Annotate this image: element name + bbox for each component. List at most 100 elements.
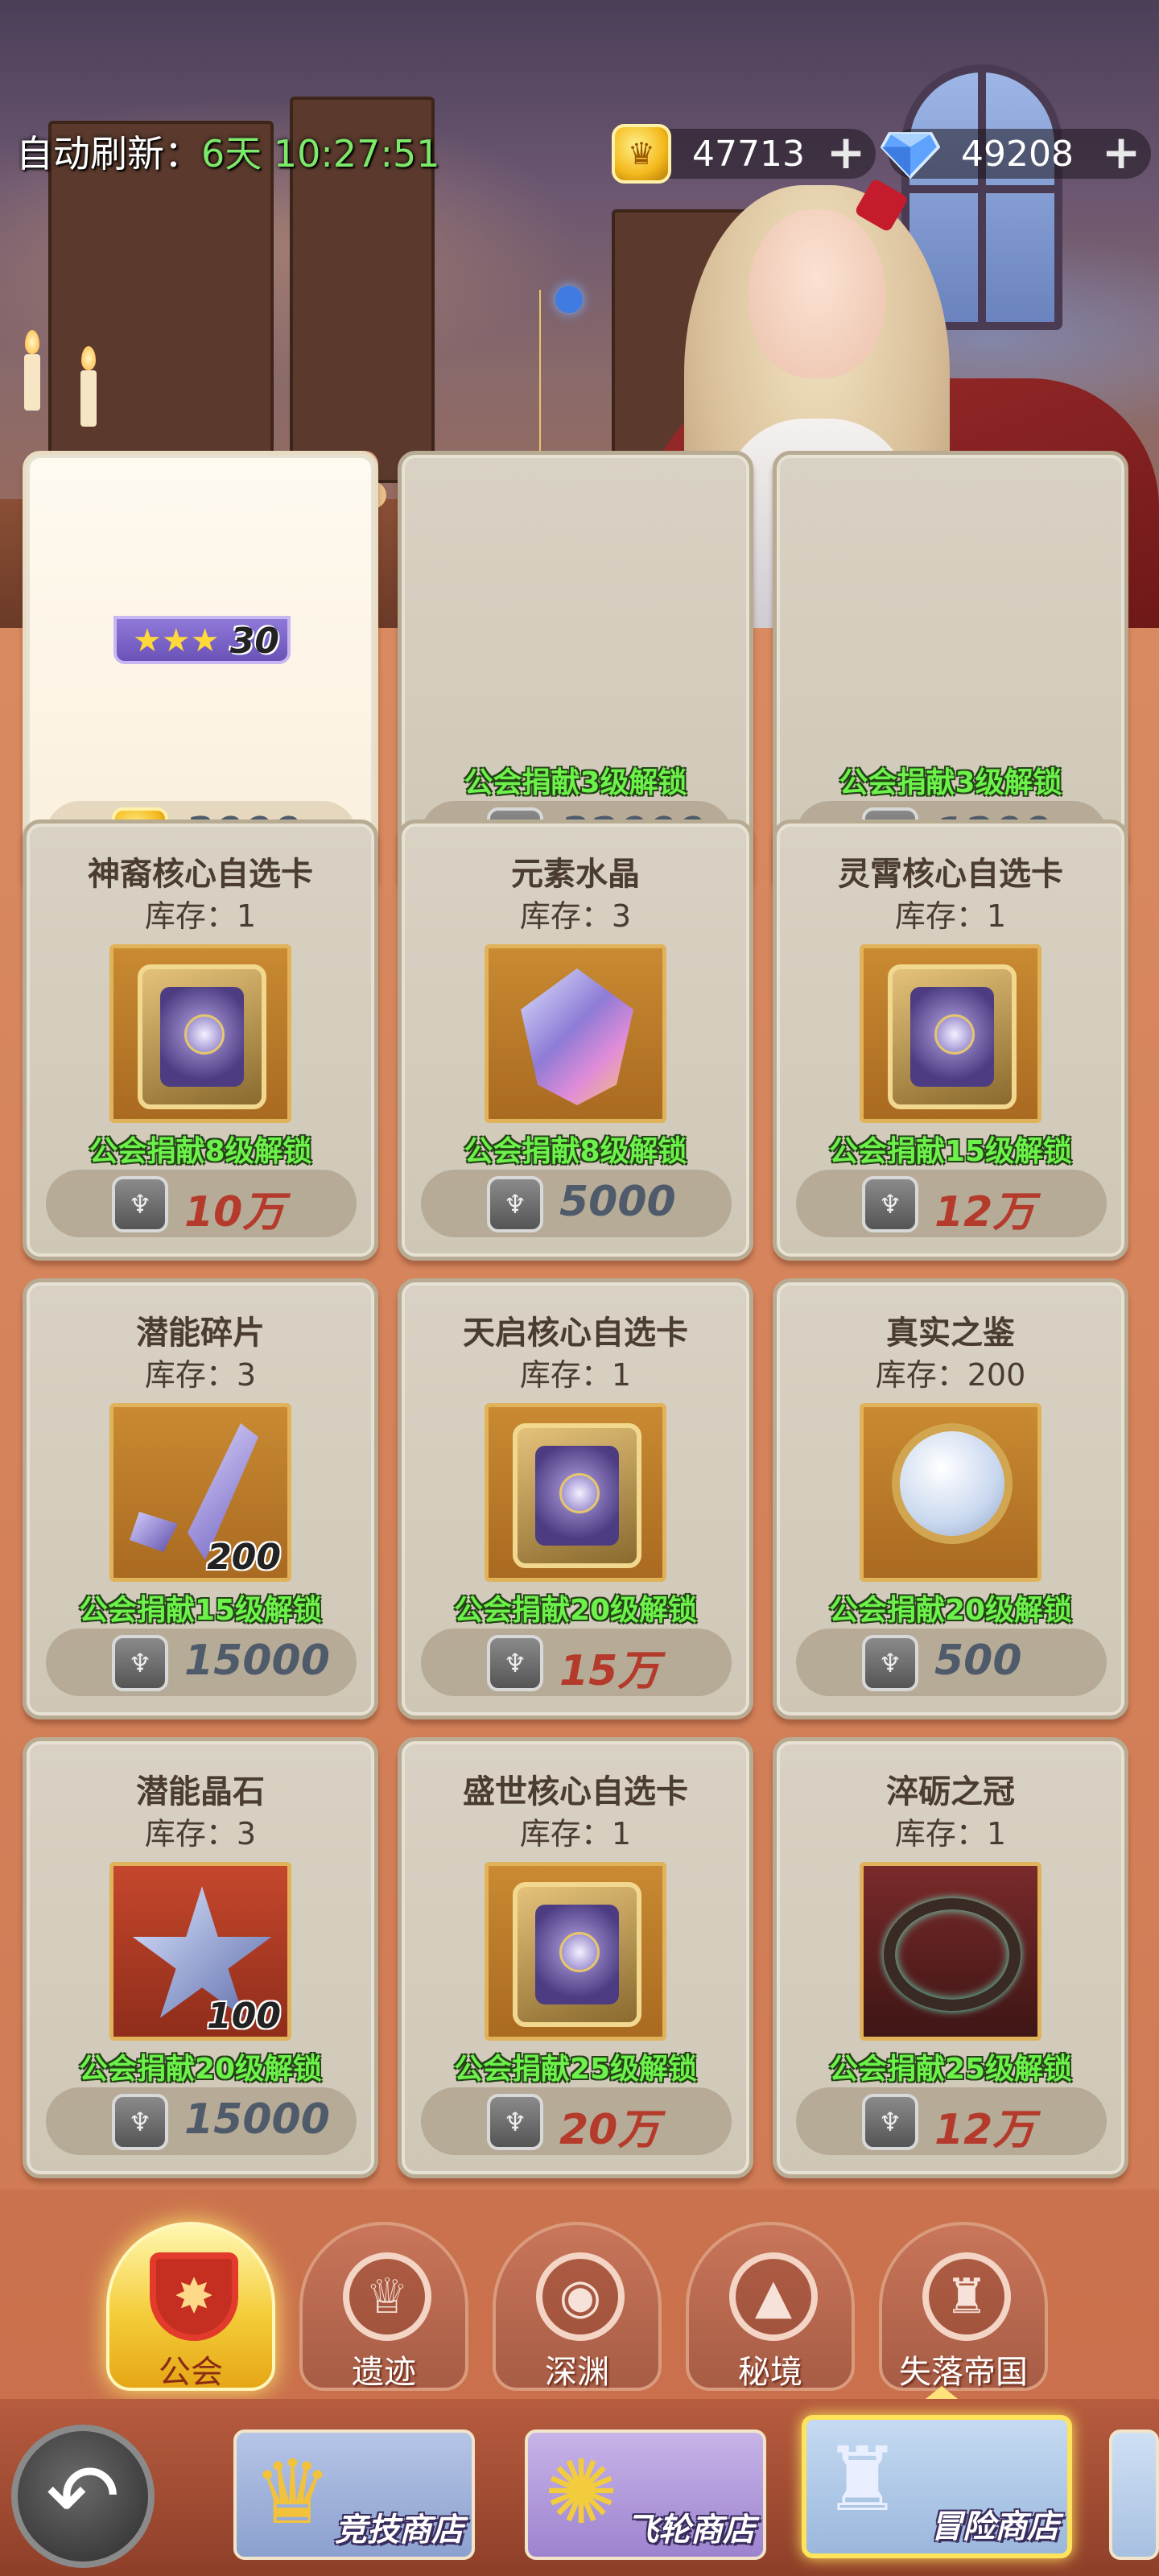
price-tag: ♆ 15000 [46, 1629, 357, 1696]
core-selection-card-icon [485, 1862, 666, 2041]
gold-currency: ♛ 47713 + [612, 124, 876, 184]
price-tag: ♆ 500 [796, 1629, 1107, 1696]
price-tag: ♆ 20万 [421, 2087, 732, 2155]
item-quantity: 200 [207, 1537, 281, 1578]
abyss-icon: ◉ [536, 2252, 625, 2341]
secret-realm-icon: ▲ [729, 2252, 818, 2341]
blue-gem-icon [555, 286, 583, 313]
hero-card-frame: ★★★ 30 [113, 616, 291, 664]
price-tag: ♆ 12万 [796, 1170, 1107, 1237]
tab-label: 秘境 [738, 2354, 802, 2391]
candle-flame [25, 330, 39, 354]
store-tile-flywheel[interactable]: ✺ 飞轮商店 [525, 2429, 766, 2560]
potential-shard-icon: 200 [109, 1403, 291, 1582]
price-tag: ♆ 15000 [46, 2087, 357, 2155]
shop-item-card[interactable]: 元素水晶 库存：3 公会捐献8级解锁 ♆ 5000 [398, 819, 753, 1261]
store-tile-adventure[interactable]: ♜ 冒险商店 [802, 2415, 1072, 2558]
shop-item-card[interactable]: 盛世核心自选卡 库存：1 公会捐献25级解锁 ♆ 20万 [398, 1737, 753, 2178]
add-gold-button[interactable]: + [824, 129, 868, 175]
guild-coin-icon: ♆ [112, 1176, 168, 1232]
store-label: 竞技商店 [335, 2512, 464, 2549]
guild-coin-icon: ♆ [862, 2094, 918, 2150]
auto-refresh-timer: 自动刷新：6天 10:27:51 [16, 125, 439, 178]
item-name: 神裔核心自选卡 [88, 856, 313, 893]
store-label: 冒险商店 [930, 2508, 1059, 2545]
lost-empire-icon: ♜ [922, 2252, 1011, 2341]
flywheel-icon: ✺ [544, 2441, 619, 2544]
guild-coin-icon: ♆ [487, 2094, 543, 2150]
star-count: 30 [229, 621, 279, 662]
price-amount: 500 [934, 1637, 1022, 1685]
thorn-crown-icon [860, 1862, 1041, 2041]
guild-coin-icon: ♆ [862, 1635, 918, 1691]
gold-coin-icon: ♛ [612, 124, 671, 184]
item-name: 元素水晶 [511, 856, 640, 893]
element-crystal-icon [485, 944, 666, 1123]
unlock-requirement: 公会捐献25级解锁 [453, 2053, 698, 2086]
unlock-requirement: 公会捐献8级解锁 [464, 1135, 687, 1168]
price-amount: 15000 [184, 1637, 330, 1685]
tab-label: 深渊 [545, 2354, 609, 2391]
relic-icon: ♕ [343, 2252, 431, 2341]
star-rating: ★★★ [133, 622, 220, 659]
tab-abyss[interactable]: ◉ 深渊 [493, 2222, 662, 2391]
guild-banner-icon: ✸ [150, 2252, 238, 2341]
back-button[interactable]: ↶ [11, 2425, 155, 2568]
price-tag: ♆ 5000 [421, 1170, 732, 1237]
diamond-icon [881, 124, 940, 184]
shop-item-card[interactable]: 潜能晶石 库存：3 100 公会捐献20级解锁 ♆ 15000 [23, 1737, 378, 2178]
guild-coin-icon: ♆ [112, 2094, 168, 2150]
shop-item-card[interactable]: 淬砺之冠 库存：1 公会捐献25级解锁 ♆ 12万 [773, 1737, 1128, 2178]
store-tile-arena[interactable]: ♛ 竞技商店 [233, 2429, 475, 2560]
unlock-requirement: 公会捐献8级解锁 [89, 1135, 312, 1168]
item-stock: 库存：3 [144, 1357, 257, 1393]
shop-item-card[interactable]: 潜能碎片 库存：3 200 公会捐献15级解锁 ♆ 15000 [23, 1278, 378, 1719]
diamond-amount: 49208 [961, 134, 1074, 175]
shop-item-card[interactable]: 神裔核心自选卡 库存：1 公会捐献8级解锁 ♆ 10万 [23, 819, 378, 1261]
diamond-currency: 49208 + [881, 129, 1151, 180]
item-name: 潜能碎片 [136, 1315, 265, 1352]
item-quantity: 100 [207, 1996, 281, 2037]
unlock-requirement: 公会捐献3级解锁 [839, 766, 1062, 799]
unlock-requirement: 公会捐献15级解锁 [78, 1594, 323, 1627]
price-amount: 15000 [184, 2095, 330, 2144]
shop-item-card[interactable]: 天启核心自选卡 库存：1 公会捐献20级解锁 ♆ 15万 [398, 1278, 753, 1719]
item-name: 天启核心自选卡 [463, 1315, 688, 1352]
unlock-requirement: 公会捐献20级解锁 [78, 2053, 323, 2086]
core-selection-card-icon [485, 1403, 666, 1582]
candle [80, 370, 97, 427]
guild-coin-icon: ♆ [112, 1635, 168, 1691]
tab-label: 遗迹 [352, 2354, 416, 2391]
tab-secret-realm[interactable]: ▲ 秘境 [686, 2222, 855, 2391]
price-amount: 10万 [184, 1188, 285, 1236]
unlock-requirement: 公会捐献15级解锁 [828, 1135, 1073, 1168]
item-stock: 库存：1 [519, 1357, 632, 1393]
price-amount: 12万 [934, 1188, 1035, 1236]
item-name: 盛世核心自选卡 [463, 1773, 688, 1810]
price-tag: ♆ 12万 [796, 2087, 1107, 2155]
guild-coin-icon: ♆ [487, 1176, 543, 1232]
unlock-requirement: 公会捐献20级解锁 [453, 1594, 698, 1627]
shop-item-grid: ★★★ 30 ♛ 3000 公会捐献3级解锁 ♆ 32000 公会捐献3级解锁 … [0, 451, 1159, 2190]
core-selection-card-icon [860, 944, 1041, 1123]
tab-lost-empire[interactable]: ♜ 失落帝国 [879, 2222, 1048, 2391]
store-tile-next-partial[interactable] [1109, 2429, 1159, 2560]
core-selection-card-icon [109, 944, 291, 1123]
back-arrow-icon: ↶ [45, 2445, 121, 2548]
guild-coin-icon: ♆ [487, 1635, 543, 1691]
add-diamond-button[interactable]: + [1099, 129, 1143, 175]
potential-crystal-icon: 100 [109, 1862, 291, 2041]
shop-item-card[interactable]: 真实之鉴 库存：200 公会捐献20级解锁 ♆ 500 [773, 1278, 1128, 1719]
refresh-countdown: 6天 10:27:51 [201, 132, 440, 175]
item-name: 灵霄核心自选卡 [838, 856, 1063, 893]
refresh-label: 自动刷新： [16, 132, 201, 175]
shop-item-card[interactable]: 灵霄核心自选卡 库存：1 公会捐献15级解锁 ♆ 12万 [773, 819, 1128, 1261]
item-stock: 库存：3 [519, 898, 632, 934]
tab-relic[interactable]: ♕ 遗迹 [299, 2222, 468, 2391]
candle [24, 354, 40, 411]
unlock-requirement: 公会捐献3级解锁 [464, 766, 687, 799]
item-name: 淬砺之冠 [886, 1773, 1015, 1810]
tab-guild[interactable]: ✸ 公会 [106, 2222, 275, 2391]
mirror-icon [860, 1403, 1041, 1582]
item-stock: 库存：1 [519, 1816, 632, 1852]
